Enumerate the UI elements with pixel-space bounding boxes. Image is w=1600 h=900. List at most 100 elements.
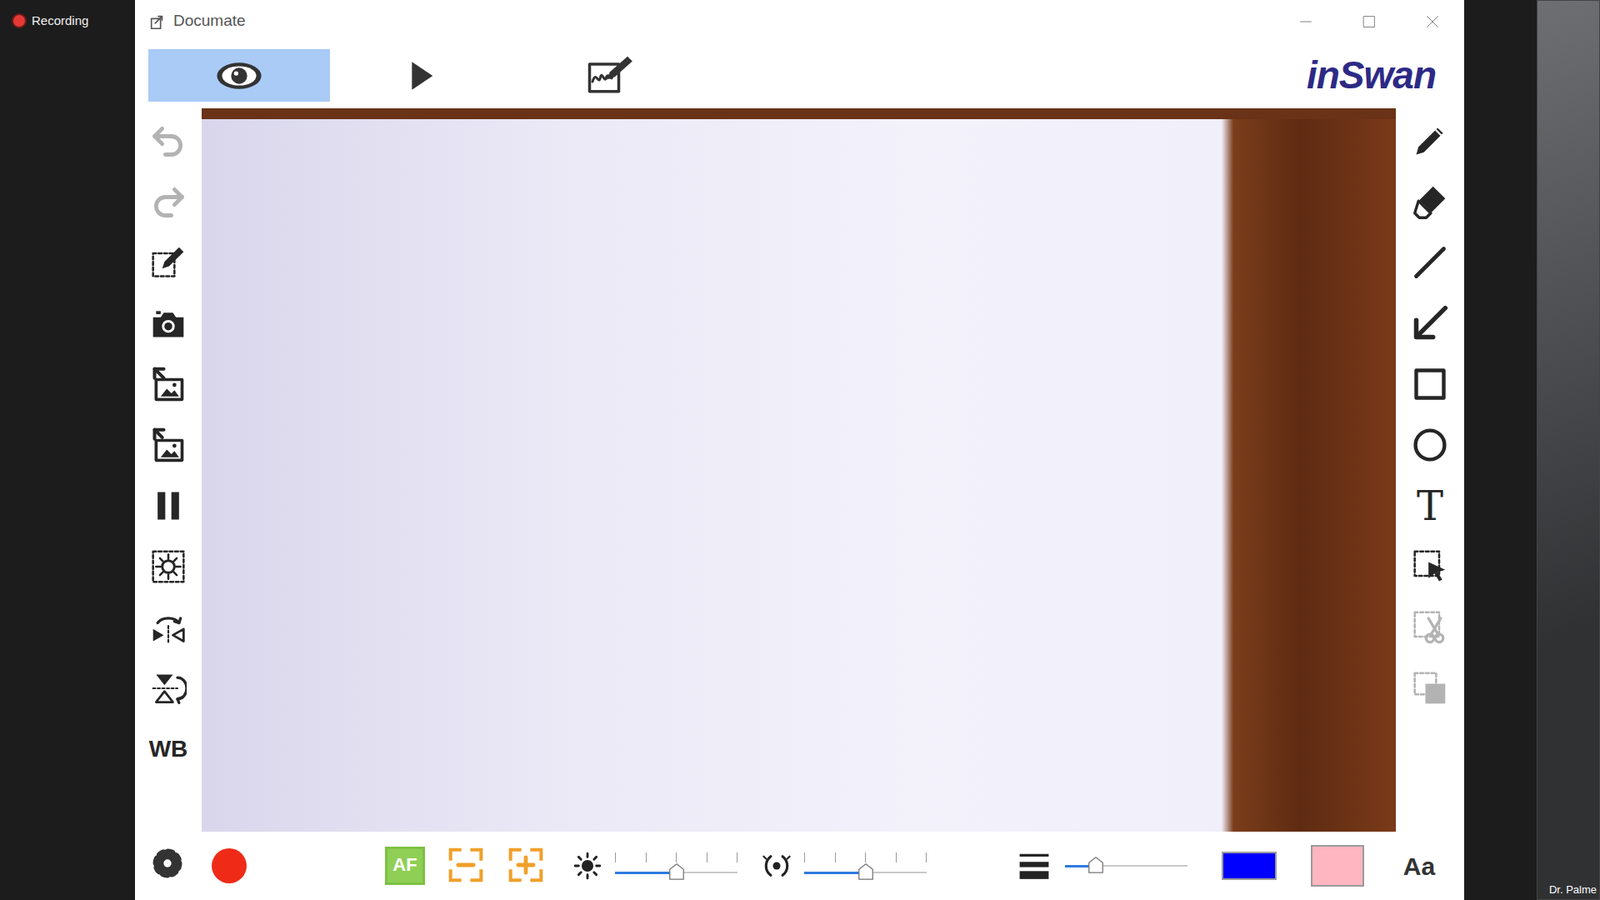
zoomin-icon	[507, 846, 545, 884]
mode-button[interactable]	[148, 49, 330, 102]
workspace: WB T	[135, 108, 1465, 832]
tool-button[interactable]	[135, 170, 202, 232]
tool-button[interactable]	[1395, 535, 1465, 597]
zoom-out-button[interactable]	[446, 846, 485, 885]
font-button[interactable]: Aa	[1395, 847, 1443, 885]
slider-thumb[interactable]	[667, 860, 686, 881]
circle-icon	[1411, 426, 1449, 464]
tool-button[interactable]	[1395, 231, 1465, 293]
brightness-slider-label	[573, 851, 602, 880]
slider-ticks	[804, 852, 927, 863]
tool-button[interactable]	[135, 353, 202, 415]
minimize-button[interactable]	[1274, 0, 1338, 43]
tool-button[interactable]	[135, 292, 202, 354]
recording-label: Recording	[31, 11, 89, 31]
tool-button[interactable]	[1395, 657, 1465, 719]
tool-button[interactable]	[135, 231, 202, 293]
slider-thumb[interactable]	[856, 860, 875, 881]
slider-track	[1065, 865, 1188, 867]
brightness-icon	[573, 851, 602, 880]
mode-button[interactable]	[403, 49, 440, 102]
color-swatch[interactable]	[1221, 851, 1277, 880]
tool-button[interactable]	[135, 657, 202, 719]
autofocus-button[interactable]: AF	[385, 846, 425, 885]
edit-icon	[150, 244, 187, 281]
tool-button[interactable]	[1395, 353, 1465, 415]
documate-window: DocumateinSwanWBTAFAa	[135, 0, 1465, 900]
settings-button[interactable]	[150, 846, 185, 886]
tool-button[interactable]	[135, 596, 202, 658]
import-icon	[150, 365, 187, 403]
pause-icon	[150, 487, 187, 525]
tool-button[interactable]	[1395, 110, 1465, 171]
screen-right-area: Dr. Palme	[1464, 0, 1600, 900]
redo-icon	[150, 183, 187, 220]
eraser-icon	[1411, 183, 1449, 220]
camera-icon	[150, 305, 187, 342]
sign-icon	[586, 52, 634, 100]
tool-button[interactable]	[135, 535, 202, 597]
slider-ticks	[615, 852, 738, 863]
close-icon	[1423, 12, 1442, 31]
tool-button[interactable]	[135, 475, 202, 536]
maximize-icon	[1360, 12, 1379, 31]
focus-icon	[762, 851, 791, 880]
right-toolbar: T	[1395, 108, 1465, 832]
copy-icon	[1411, 670, 1449, 707]
pencil-icon	[1411, 122, 1449, 160]
tick-mark	[645, 852, 647, 863]
undo-icon	[150, 122, 187, 160]
tick-mark	[804, 852, 805, 863]
tool-button[interactable]	[1395, 292, 1465, 354]
record-button[interactable]	[211, 848, 247, 884]
tool-button[interactable]	[135, 110, 202, 171]
recording-dot-icon	[13, 15, 25, 27]
focus-slider-label	[762, 851, 791, 880]
brightness-slider[interactable]	[615, 849, 738, 883]
flip-icon	[150, 670, 187, 707]
cut-icon	[1411, 609, 1449, 646]
zoomout-icon	[447, 846, 485, 884]
participant-name: Dr. Palme	[1549, 881, 1597, 899]
app-icon	[148, 12, 167, 31]
slider-fill	[804, 871, 866, 875]
inswan-logo: inSwan	[1306, 54, 1436, 97]
line-icon	[1411, 244, 1449, 281]
slider-thumb[interactable]	[1086, 854, 1105, 875]
tick-mark	[865, 852, 866, 863]
screen-left-area: Recording	[0, 0, 135, 900]
rect-icon	[1411, 365, 1449, 403]
eye-icon	[215, 51, 264, 100]
window-controls	[1274, 0, 1465, 43]
tool-button[interactable]	[1395, 414, 1465, 475]
focus-slider[interactable]	[804, 849, 927, 883]
tool-button[interactable]: T	[1395, 475, 1465, 536]
mode-button[interactable]	[585, 49, 635, 102]
mirror-icon	[150, 609, 187, 646]
play-icon	[405, 59, 439, 93]
desktop: RecordingDocumateinSwanWBTAFAaDr. Palme	[0, 0, 1600, 900]
color-swatch[interactable]	[1310, 845, 1365, 887]
tool-button[interactable]	[1395, 170, 1465, 232]
line-width-slider[interactable]	[1065, 849, 1188, 883]
close-button[interactable]	[1400, 0, 1465, 43]
recording-indicator: Recording	[0, 0, 135, 31]
tool-button[interactable]	[135, 414, 202, 475]
tick-mark	[675, 852, 677, 863]
tool-label: WB	[149, 737, 189, 761]
arrow-icon	[1411, 305, 1449, 342]
tick-mark	[615, 852, 616, 863]
maximize-button[interactable]	[1337, 0, 1401, 43]
tick-mark	[706, 852, 708, 863]
mode-toolbar: inSwan	[135, 42, 1465, 109]
gear-icon	[150, 846, 185, 880]
tool-button[interactable]: WB	[135, 718, 202, 780]
tool-label: T	[1416, 485, 1444, 526]
minimize-icon	[1296, 12, 1315, 31]
zoom-in-button[interactable]	[506, 846, 545, 885]
left-toolbar: WB	[135, 108, 202, 832]
line-width-slider-label	[1018, 850, 1052, 882]
participant-tile: Dr. Palme	[1536, 0, 1600, 900]
tick-mark	[895, 852, 897, 863]
tool-button[interactable]	[1395, 596, 1465, 658]
